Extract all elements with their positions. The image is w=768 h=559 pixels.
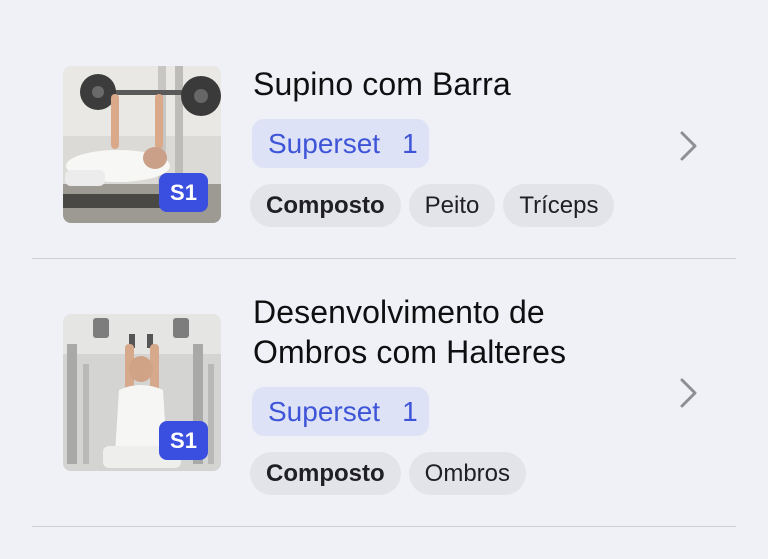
exercise-title: Supino com Barra	[253, 66, 511, 102]
superset-number: 1	[402, 127, 418, 159]
exercise-list: S1 Supino com Barra Superset 1 Composto …	[0, 0, 768, 559]
exercise-thumbnail: S1	[63, 314, 221, 471]
exercise-row[interactable]: S1 Desenvolvimento de Ombros com Haltere…	[0, 259, 768, 527]
superset-thumbnail-tag: S1	[159, 173, 208, 212]
exercise-title: Desenvolvimento de Ombros com Halteres	[253, 294, 567, 370]
superset-number: 1	[402, 395, 418, 427]
chevron-right-icon[interactable]	[676, 128, 700, 164]
exercise-thumbnail: S1	[63, 66, 221, 223]
muscle-tags: Composto Ombros	[250, 452, 527, 495]
superset-thumbnail-tag: S1	[159, 421, 208, 460]
row-divider	[32, 526, 736, 527]
chevron-right-icon[interactable]	[676, 375, 700, 411]
tag-ombros: Ombros	[408, 452, 527, 495]
tag-composto: Composto	[250, 184, 401, 227]
superset-badge: Superset 1	[252, 119, 429, 168]
superset-label: Superset	[268, 127, 381, 159]
superset-label: Superset	[268, 395, 381, 427]
exercise-row[interactable]: S1 Supino com Barra Superset 1 Composto …	[0, 0, 768, 259]
tag-triceps: Tríceps	[503, 184, 615, 227]
muscle-tags: Composto Peito Tríceps	[250, 184, 615, 227]
tag-peito: Peito	[408, 184, 496, 227]
tag-composto: Composto	[250, 452, 401, 495]
superset-badge: Superset 1	[252, 387, 429, 436]
